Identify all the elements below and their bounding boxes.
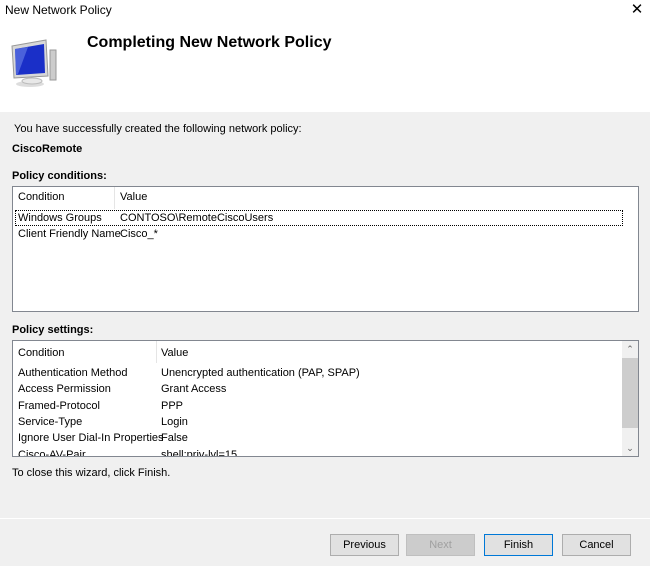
computer-monitor-icon [11, 39, 57, 87]
scrollbar[interactable]: ⌃ ⌄ [622, 341, 638, 456]
column-header-condition[interactable]: Condition [18, 347, 64, 359]
divider [0, 518, 650, 519]
close-hint: To close this wizard, click Finish. [12, 467, 171, 479]
table-row[interactable]: Windows Groups CONTOSO\RemoteCiscoUsers [15, 210, 623, 226]
finish-button[interactable]: Finish [484, 534, 553, 556]
previous-button[interactable]: Previous [330, 534, 399, 556]
settings-label: Policy settings: [12, 324, 94, 336]
scroll-up-icon[interactable]: ⌃ [622, 341, 638, 357]
table-row[interactable]: Ignore User Dial-In Properties False [15, 431, 615, 447]
list-header: Condition Value [13, 341, 638, 363]
column-header-value[interactable]: Value [161, 347, 188, 359]
column-header-value[interactable]: Value [120, 191, 147, 203]
next-button[interactable]: Next [406, 534, 475, 556]
table-row[interactable]: Service-Type Login [15, 415, 615, 431]
conditions-list[interactable]: Condition Value Windows Groups CONTOSO\R… [12, 186, 639, 312]
close-icon[interactable]: ✕ [627, 0, 647, 18]
scroll-down-icon[interactable]: ⌄ [622, 440, 638, 456]
table-row[interactable]: Access Permission Grant Access [15, 382, 615, 398]
column-header-condition[interactable]: Condition [18, 191, 64, 203]
list-header: Condition Value [13, 187, 638, 209]
page-title: Completing New Network Policy [87, 34, 332, 51]
table-row[interactable]: Client Friendly Name Cisco_* [15, 227, 623, 243]
table-row[interactable]: Framed-Protocol PPP [15, 399, 615, 415]
intro-text: You have successfully created the follow… [14, 123, 302, 135]
settings-list[interactable]: Condition Value Authentication Method Une… [12, 340, 639, 457]
table-row[interactable]: Cisco-AV-Pair shell:priv-lvl=15 [15, 448, 615, 457]
conditions-label: Policy conditions: [12, 170, 107, 182]
policy-name: CiscoRemote [12, 143, 83, 155]
scrollbar-thumb[interactable] [622, 358, 638, 428]
cancel-button[interactable]: Cancel [562, 534, 631, 556]
table-row[interactable]: Authentication Method Unencrypted authent… [15, 366, 615, 382]
window-title: New Network Policy [5, 3, 112, 17]
